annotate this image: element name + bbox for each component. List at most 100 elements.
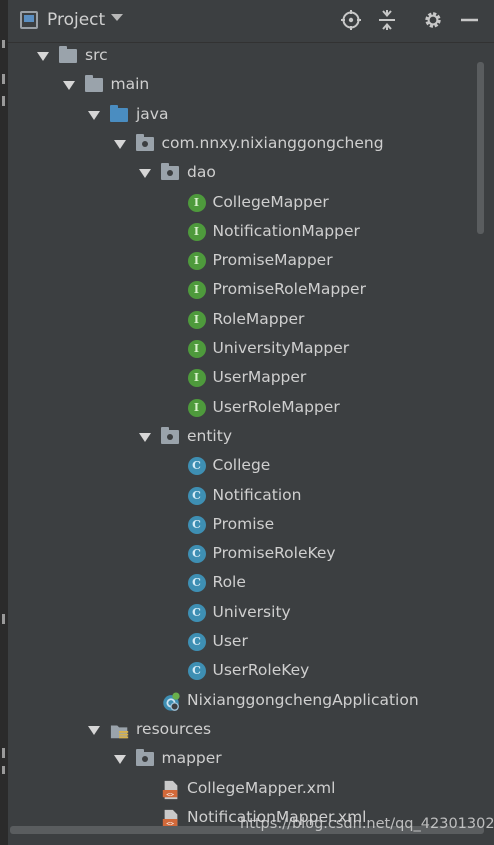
tree-node[interactable]: com.nnxy.nixianggongcheng bbox=[8, 130, 478, 159]
expand-arrow-icon[interactable] bbox=[62, 81, 75, 91]
interface-icon: I bbox=[187, 369, 206, 388]
class-icon: C bbox=[187, 515, 206, 534]
expand-arrow-icon[interactable] bbox=[113, 755, 126, 765]
interface-icon: I bbox=[187, 193, 206, 212]
package-dot bbox=[141, 140, 148, 147]
class-icon: C bbox=[187, 603, 206, 622]
tree-node-label: mapper bbox=[161, 749, 222, 768]
tree-node[interactable]: entity bbox=[8, 423, 478, 452]
tree-node[interactable]: I RoleMapper bbox=[8, 306, 478, 335]
tree-node[interactable]: C Notification bbox=[8, 482, 478, 511]
project-tool-window-header: Project bbox=[8, 0, 494, 43]
tree-node-label: CollegeMapper bbox=[212, 192, 329, 211]
tree-node[interactable]: dao bbox=[8, 159, 478, 188]
gear-icon[interactable] bbox=[422, 9, 444, 31]
tree-node-label: PromiseRoleMapper bbox=[212, 280, 366, 299]
vertical-scrollbar[interactable] bbox=[477, 62, 484, 234]
project-view-icon bbox=[20, 11, 38, 29]
minimize-icon[interactable] bbox=[458, 9, 480, 31]
tree-node[interactable]: main bbox=[8, 71, 478, 100]
tree-node-label: dao bbox=[187, 163, 216, 182]
tree-node[interactable]: java bbox=[8, 101, 478, 130]
source-folder-icon bbox=[110, 104, 128, 122]
interface-icon: I bbox=[187, 310, 206, 329]
tree-node-label: College bbox=[212, 456, 271, 475]
tree-node[interactable]: C PromiseRoleKey bbox=[8, 540, 478, 569]
interface-icon: I bbox=[187, 281, 206, 300]
tree-node[interactable]: C University bbox=[8, 599, 478, 628]
tree-node-label: University bbox=[212, 602, 291, 621]
collapse-all-icon[interactable] bbox=[376, 9, 398, 31]
class-icon: C bbox=[187, 633, 206, 651]
view-dropdown-arrow-icon[interactable] bbox=[111, 14, 123, 21]
expand-arrow-icon[interactable] bbox=[88, 110, 100, 120]
class-icon: C bbox=[187, 662, 206, 681]
locate-icon[interactable] bbox=[340, 9, 362, 31]
edge-mark bbox=[2, 748, 5, 758]
tree-node-label: UserMapper bbox=[212, 368, 307, 387]
tree-node[interactable]: resources bbox=[8, 716, 478, 745]
tree-node-label: PromiseRoleKey bbox=[212, 544, 336, 563]
tree-node-label: NotificationMapper bbox=[212, 221, 360, 240]
tree-node-label: src bbox=[85, 46, 108, 64]
tree-node[interactable]: <> CollegeMapper.xml bbox=[8, 775, 478, 804]
edge-mark bbox=[2, 96, 5, 106]
interface-icon: I bbox=[187, 252, 206, 271]
class-icon: C bbox=[187, 545, 206, 564]
edge-mark bbox=[2, 614, 5, 624]
tree-node-label: com.nnxy.nixianggongcheng bbox=[161, 133, 384, 152]
tree-node[interactable]: I UserRoleMapper bbox=[8, 394, 478, 423]
xml-file-icon: <> bbox=[162, 780, 178, 799]
tree-node-label: UserRoleKey bbox=[212, 661, 310, 680]
edge-mark bbox=[2, 40, 5, 48]
tree-node-label: CollegeMapper.xml bbox=[187, 778, 336, 797]
package-icon bbox=[161, 163, 179, 181]
tree-node[interactable]: C User bbox=[8, 628, 478, 657]
folder-icon bbox=[59, 46, 77, 63]
tree-node[interactable]: mapper bbox=[8, 745, 478, 774]
expand-arrow-icon[interactable] bbox=[88, 725, 100, 735]
edge-mark bbox=[2, 766, 5, 774]
spring-app-icon bbox=[163, 692, 180, 711]
tree-node[interactable]: C UserRoleKey bbox=[8, 657, 478, 686]
tree-node-label: resources bbox=[136, 719, 212, 738]
package-icon bbox=[135, 749, 154, 767]
tree-node[interactable]: NixianggongchengApplication bbox=[8, 687, 478, 716]
tree-node-label: Promise bbox=[212, 514, 275, 533]
class-icon: C bbox=[187, 486, 206, 505]
tree-node-label: RoleMapper bbox=[212, 309, 305, 328]
tree-node[interactable]: I UniversityMapper bbox=[8, 335, 478, 364]
watermark-text: https://blog.csdn.net/qq_42301302 bbox=[240, 816, 494, 832]
class-icon: C bbox=[187, 574, 206, 593]
tree-node-label: java bbox=[136, 104, 169, 123]
tree-node[interactable]: I CollegeMapper bbox=[8, 189, 478, 218]
expand-arrow-icon[interactable] bbox=[37, 52, 49, 61]
xml-file-icon: <> bbox=[162, 809, 178, 826]
expand-arrow-icon[interactable] bbox=[113, 139, 126, 149]
tree-node[interactable]: C College bbox=[8, 452, 478, 481]
left-edge-strip bbox=[0, 0, 8, 845]
svg-text:<>: <> bbox=[166, 791, 174, 798]
package-dot bbox=[141, 756, 148, 763]
tree-node[interactable]: I PromiseRoleMapper bbox=[8, 276, 478, 305]
tree-node[interactable]: C Role bbox=[8, 569, 478, 598]
tree-node-label: NixianggongchengApplication bbox=[187, 690, 419, 709]
tree-node-label: UserRoleMapper bbox=[212, 397, 340, 416]
folder-icon bbox=[84, 75, 103, 93]
package-dot bbox=[167, 433, 173, 440]
tree-node-label: main bbox=[110, 75, 150, 94]
package-icon bbox=[161, 426, 179, 444]
tree-node[interactable]: I UserMapper bbox=[8, 364, 478, 393]
tree-node-label: User bbox=[212, 632, 248, 650]
tree-node[interactable]: src bbox=[8, 42, 478, 71]
tree-node[interactable]: I PromiseMapper bbox=[8, 247, 478, 276]
class-icon: C bbox=[187, 457, 206, 476]
package-dot bbox=[167, 170, 173, 177]
tree-node-label: Notification bbox=[212, 485, 302, 504]
tool-window-title[interactable]: Project bbox=[47, 10, 105, 30]
expand-arrow-icon[interactable] bbox=[139, 169, 151, 179]
expand-arrow-icon[interactable] bbox=[139, 432, 151, 442]
tree-node[interactable]: I NotificationMapper bbox=[8, 218, 478, 247]
resources-folder-icon bbox=[110, 725, 129, 739]
tree-node[interactable]: C Promise bbox=[8, 511, 478, 540]
